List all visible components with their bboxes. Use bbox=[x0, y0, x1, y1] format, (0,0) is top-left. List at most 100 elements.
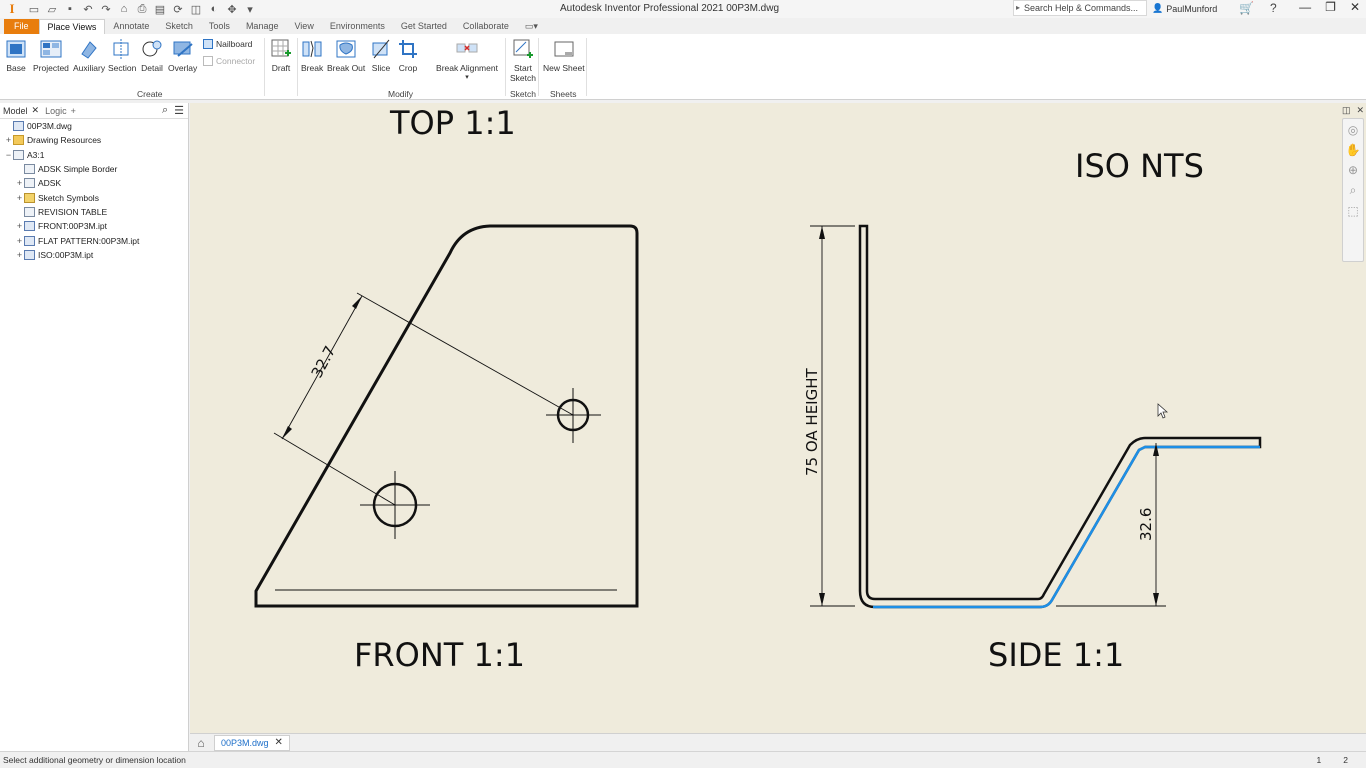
open-icon[interactable]: ▱ bbox=[44, 2, 60, 16]
tree-node[interactable]: + FRONT:00P3M.ipt bbox=[0, 219, 188, 233]
expand-icon[interactable]: + bbox=[15, 193, 24, 203]
close-icon[interactable]: ✕ bbox=[32, 105, 40, 116]
save-icon[interactable]: ▪ bbox=[62, 2, 78, 16]
projected-button[interactable]: Projected bbox=[33, 38, 69, 73]
auxiliary-button[interactable]: Auxiliary bbox=[73, 38, 105, 73]
sheet-icon bbox=[13, 149, 24, 160]
search-help-input[interactable]: Search Help & Commands... bbox=[1013, 0, 1147, 16]
zoom-icon[interactable]: ⊕ bbox=[1348, 163, 1358, 177]
drawing-canvas[interactable]: TOP 1:1 ISO NTS FRONT 1:1 SIDE 1:1 32.7 bbox=[190, 103, 1340, 733]
dimension-32-7[interactable]: 32.7 bbox=[273, 292, 574, 506]
measure-icon[interactable]: ◫ bbox=[188, 2, 204, 16]
nav-bar-close-icon[interactable]: ✕ bbox=[1357, 105, 1365, 116]
expand-icon[interactable]: + bbox=[15, 178, 24, 188]
tab-manage[interactable]: Manage bbox=[238, 19, 287, 34]
properties-icon[interactable]: ▤ bbox=[152, 2, 168, 16]
customize-qat-icon[interactable]: ▾ bbox=[242, 2, 258, 16]
close-doc-icon[interactable]: ✕ bbox=[275, 737, 283, 748]
appearance-icon[interactable]: ◐ bbox=[206, 2, 222, 16]
top-view-label[interactable]: TOP 1:1 bbox=[389, 104, 516, 142]
front-view-label[interactable]: FRONT 1:1 bbox=[354, 636, 525, 674]
pan-tool-icon[interactable]: ✋ bbox=[1346, 143, 1361, 157]
connector-button[interactable]: Connector bbox=[203, 56, 255, 66]
zoom-window-icon[interactable]: ⌕ bbox=[1350, 183, 1357, 198]
iso-view-label[interactable]: ISO NTS bbox=[1075, 147, 1204, 185]
menu-icon[interactable]: ☰ bbox=[174, 104, 184, 117]
side-view-profile[interactable] bbox=[858, 224, 1262, 609]
tab-collaborate[interactable]: Collaborate bbox=[455, 19, 517, 34]
user-account[interactable]: 👤 PaulMunford bbox=[1152, 3, 1217, 14]
expand-icon[interactable]: + bbox=[15, 221, 24, 231]
nailboard-button[interactable]: Nailboard bbox=[203, 39, 252, 49]
dimension-32-7-text[interactable]: 32.7 bbox=[308, 343, 340, 381]
tree-node[interactable]: + Sketch Symbols bbox=[0, 190, 188, 204]
break-button[interactable]: Break bbox=[301, 38, 323, 73]
expand-icon[interactable]: + bbox=[4, 135, 13, 145]
dimension-75-oa-height[interactable]: 75 OA HEIGHT bbox=[803, 225, 855, 607]
minimize-button[interactable]: — bbox=[1299, 0, 1311, 14]
dimension-32-6-text[interactable]: 32.6 bbox=[1137, 508, 1155, 541]
tree-node[interactable]: 00P3M.dwg bbox=[0, 119, 188, 133]
tab-get-started[interactable]: Get Started bbox=[393, 19, 455, 34]
steering-wheel-icon[interactable]: ◎ bbox=[1348, 123, 1358, 137]
doc-icon bbox=[24, 249, 35, 260]
expand-icon[interactable]: + bbox=[15, 250, 24, 260]
print-icon[interactable]: ⎙ bbox=[134, 2, 150, 16]
base-button[interactable]: Base bbox=[5, 38, 27, 73]
user-icon: 👤 bbox=[1152, 3, 1164, 13]
pan-icon[interactable]: ✥ bbox=[224, 2, 240, 16]
new-icon[interactable]: ▭ bbox=[26, 2, 42, 16]
tab-tools[interactable]: Tools bbox=[201, 19, 238, 34]
doc-tab-00p3m[interactable]: 00P3M.dwg ✕ bbox=[214, 734, 290, 751]
tree-node[interactable]: + Drawing Resources bbox=[0, 133, 188, 147]
tree-node[interactable]: ADSK Simple Border bbox=[0, 162, 188, 176]
tab-environments[interactable]: Environments bbox=[322, 19, 393, 34]
tab-model[interactable]: Model ✕ bbox=[0, 105, 42, 116]
close-button[interactable]: ✕ bbox=[1350, 0, 1360, 14]
section-button[interactable]: Section bbox=[108, 38, 136, 73]
redo-icon[interactable]: ↷ bbox=[98, 2, 114, 16]
side-view-label[interactable]: SIDE 1:1 bbox=[988, 636, 1124, 674]
update-icon[interactable]: ⟳ bbox=[170, 2, 186, 16]
tree-node-label: ADSK Simple Border bbox=[38, 164, 118, 175]
dimension-32-6[interactable]: 32.6 bbox=[1056, 443, 1166, 607]
home-icon[interactable]: ⌂ bbox=[116, 2, 132, 16]
new-sheet-icon bbox=[554, 41, 574, 57]
break-alignment-button[interactable]: Break Alignment ▾ bbox=[435, 38, 499, 83]
detail-button[interactable]: Detail bbox=[141, 38, 163, 73]
tab-sketch[interactable]: Sketch bbox=[157, 19, 201, 34]
dimension-75-text[interactable]: 75 OA HEIGHT bbox=[803, 367, 821, 476]
tab-file[interactable]: File bbox=[4, 19, 39, 34]
tree-node[interactable]: + ISO:00P3M.ipt bbox=[0, 248, 188, 262]
tree-node[interactable]: REVISION TABLE bbox=[0, 205, 188, 219]
nav-bar-options-icon[interactable]: ◫ bbox=[1342, 105, 1351, 116]
tree-node[interactable]: + ADSK bbox=[0, 176, 188, 190]
tab-annotate[interactable]: Annotate bbox=[105, 19, 157, 34]
new-sheet-button[interactable]: New Sheet bbox=[543, 38, 585, 73]
search-icon[interactable]: ⌕ bbox=[162, 104, 168, 117]
tree-node[interactable]: + FLAT PATTERN:00P3M.ipt bbox=[0, 233, 188, 247]
front-view-outline[interactable] bbox=[254, 224, 639, 608]
restore-button[interactable]: ❐ bbox=[1325, 0, 1336, 14]
hole-upper[interactable] bbox=[546, 388, 601, 443]
break-out-button[interactable]: Break Out bbox=[327, 38, 365, 73]
inventor-logo-icon[interactable]: I bbox=[4, 1, 20, 17]
overlay-button[interactable]: Overlay bbox=[168, 38, 197, 73]
help-icon[interactable]: ? bbox=[1270, 1, 1277, 15]
expand-icon[interactable]: − bbox=[4, 150, 13, 160]
expand-icon[interactable]: + bbox=[15, 236, 24, 246]
tab-view[interactable]: View bbox=[286, 19, 321, 34]
zoom-all-icon[interactable]: ⬚ bbox=[1347, 204, 1358, 218]
tab-logic[interactable]: Logic + bbox=[42, 106, 79, 116]
add-tab-icon[interactable]: + bbox=[71, 106, 76, 116]
cart-icon[interactable]: 🛒 bbox=[1239, 1, 1254, 15]
tree-node[interactable]: − A3:1 bbox=[0, 148, 188, 162]
slice-button[interactable]: Slice bbox=[370, 38, 392, 73]
draft-button[interactable]: Draft bbox=[270, 38, 292, 73]
ribbon-options-icon[interactable]: ▭▾ bbox=[517, 19, 546, 34]
start-sketch-button[interactable]: Start Sketch bbox=[510, 38, 536, 83]
crop-button[interactable]: Crop bbox=[397, 38, 419, 73]
tab-place-views[interactable]: Place Views bbox=[38, 19, 106, 34]
home-tab-icon[interactable]: ⌂ bbox=[192, 735, 210, 751]
undo-icon[interactable]: ↶ bbox=[80, 2, 96, 16]
